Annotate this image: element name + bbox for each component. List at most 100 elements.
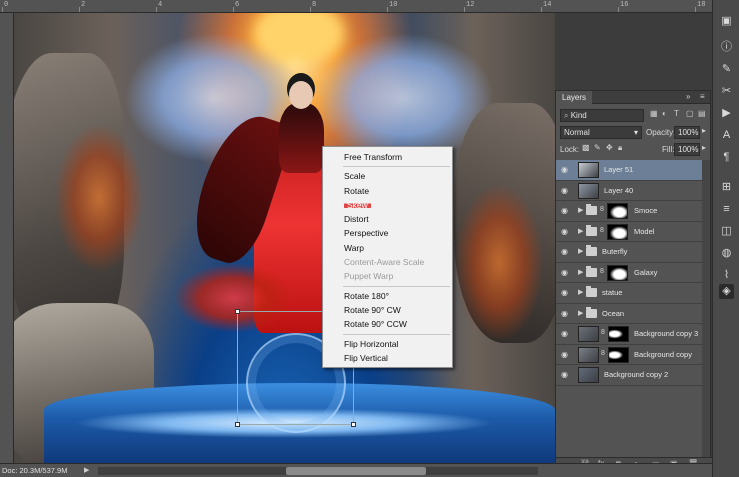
menu-item-rotate-90-ccw[interactable]: Rotate 90° CCW xyxy=(323,317,452,331)
blend-mode-select[interactable]: Normal ▾ xyxy=(560,126,642,139)
ruler-tick xyxy=(79,7,80,12)
visibility-eye-icon[interactable]: ◉ xyxy=(561,186,571,196)
layer-thumbnail[interactable] xyxy=(578,326,599,342)
layer-row[interactable]: ◉ Layer 51 xyxy=(556,160,704,181)
visibility-eye-icon[interactable]: ◉ xyxy=(561,268,571,278)
layer-row[interactable]: ◉ ▶ 8 Model xyxy=(556,221,704,242)
horizontal-scroll-thumb[interactable] xyxy=(286,467,426,475)
status-menu-arrow-icon[interactable]: ▶ xyxy=(84,466,89,474)
layer-row[interactable]: ◉ ▶ 8 Galaxy xyxy=(556,262,704,283)
horizontal-ruler[interactable]: 0 2 4 6 8 10 12 14 16 18 xyxy=(0,0,712,13)
layer-name: Smoce xyxy=(634,206,658,215)
visibility-eye-icon[interactable]: ◉ xyxy=(561,329,571,339)
layer-row[interactable]: ◉ ▶ 8 Smoce xyxy=(556,201,704,222)
opacity-arrow-icon[interactable]: ▸ xyxy=(702,126,706,135)
lock-move-icon[interactable]: ✥ xyxy=(606,143,613,152)
filter-pixel-icon[interactable]: ▦ xyxy=(650,109,658,118)
brush-presets-icon[interactable]: ✎ xyxy=(719,62,734,77)
filter-type-icon[interactable]: T xyxy=(674,109,679,118)
menu-item-rotate-180[interactable]: Rotate 180° xyxy=(323,289,452,303)
visibility-eye-icon[interactable]: ◉ xyxy=(561,309,571,319)
tool-presets-icon[interactable]: ✂ xyxy=(719,84,734,99)
layer-list: ◉ Layer 51 ◉ Layer 40 ◉ ▶ 8 Smoce ◉ ▶ 8 Model ◉ ▶ Bute… xyxy=(556,160,712,460)
layer-thumbnail[interactable] xyxy=(578,162,599,178)
adjustments-icon[interactable]: ≡ xyxy=(719,202,734,217)
visibility-eye-icon[interactable]: ◉ xyxy=(561,206,571,216)
layer-thumbnail[interactable] xyxy=(578,346,599,363)
mask-link-icon[interactable]: 8 xyxy=(601,329,605,336)
visibility-eye-icon[interactable]: ◉ xyxy=(561,288,571,298)
layer-mask-thumbnail[interactable] xyxy=(608,346,629,363)
opacity-field[interactable]: 100% xyxy=(674,126,700,139)
collapse-icon[interactable]: » xyxy=(686,92,690,101)
mask-link-icon[interactable]: 8 xyxy=(600,206,604,213)
menu-item-flip-horizontal[interactable]: Flip Horizontal xyxy=(323,337,452,351)
layer-mask-thumbnail[interactable] xyxy=(607,264,628,281)
layer-mask-thumbnail[interactable] xyxy=(607,223,628,240)
lock-transparency-icon[interactable]: ▩ xyxy=(582,143,590,152)
history-icon[interactable]: ▣ xyxy=(719,14,734,29)
filter-smart-icon[interactable]: ▤ xyxy=(698,109,706,118)
actions-icon[interactable]: ▶ xyxy=(719,106,734,121)
filter-adjust-icon[interactable]: ◐ xyxy=(662,109,667,118)
layer-thumbnail[interactable] xyxy=(578,182,599,199)
swatches-icon[interactable]: ⊞ xyxy=(719,180,734,195)
layer-row[interactable]: ◉ ▶ Buterfly xyxy=(556,242,704,263)
lock-all-icon[interactable]: 🔒︎ xyxy=(618,143,622,153)
layers-icon[interactable]: ◈ xyxy=(719,284,734,299)
layer-row[interactable]: ◉ ▶ Ocean xyxy=(556,303,704,324)
transform-handle-bottom-right[interactable] xyxy=(351,422,356,427)
layer-mask-thumbnail[interactable] xyxy=(608,326,629,342)
menu-item-skew[interactable]: Skew xyxy=(323,198,452,212)
styles-icon[interactable]: ◫ xyxy=(719,224,734,239)
figure-head xyxy=(289,81,313,109)
layer-row[interactable]: ◉ Layer 40 xyxy=(556,180,704,201)
menu-item-perspective[interactable]: Perspective xyxy=(323,226,452,240)
layer-row[interactable]: ◉ ▶ statue xyxy=(556,283,704,304)
visibility-eye-icon[interactable]: ◉ xyxy=(561,227,571,237)
transform-handle-bottom-left[interactable] xyxy=(235,422,240,427)
vertical-ruler[interactable] xyxy=(0,13,14,463)
visibility-eye-icon[interactable]: ◉ xyxy=(561,350,571,360)
layer-list-scrollbar[interactable] xyxy=(702,160,710,460)
transform-handle-top-left[interactable] xyxy=(235,309,240,314)
group-expand-icon[interactable]: ▶ xyxy=(578,227,583,235)
horizontal-scrollbar[interactable] xyxy=(98,467,538,475)
fill-field[interactable]: 100% xyxy=(674,143,700,156)
filter-kind-field[interactable]: ⌕ Kind xyxy=(560,109,644,122)
layer-row[interactable]: ◉ Background copy 2 xyxy=(556,365,704,386)
info-icon[interactable]: ⓘ xyxy=(719,40,734,55)
paths-icon[interactable]: ⌇ xyxy=(719,268,734,283)
menu-item-distort[interactable]: Distort xyxy=(323,212,452,226)
layer-row[interactable]: ◉ 8 Background copy xyxy=(556,344,704,365)
panel-menu-icon[interactable]: ≡ xyxy=(700,92,705,101)
character-icon[interactable]: A xyxy=(719,128,734,143)
mask-link-icon[interactable]: 8 xyxy=(600,227,604,234)
mask-link-icon[interactable]: 8 xyxy=(600,268,604,275)
group-expand-icon[interactable]: ▶ xyxy=(578,247,583,255)
group-expand-icon[interactable]: ▶ xyxy=(578,288,583,296)
filter-shape-icon[interactable]: ▢ xyxy=(686,109,694,118)
menu-item-rotate[interactable]: Rotate xyxy=(323,184,452,198)
group-expand-icon[interactable]: ▶ xyxy=(578,309,583,317)
group-expand-icon[interactable]: ▶ xyxy=(578,268,583,276)
layers-tab[interactable]: Layers xyxy=(556,91,593,104)
menu-item-scale[interactable]: Scale xyxy=(323,169,452,183)
menu-item-rotate-90-cw[interactable]: Rotate 90° CW xyxy=(323,303,452,317)
layer-thumbnail[interactable] xyxy=(578,367,599,383)
layer-row[interactable]: ◉ 8 Background copy 3 xyxy=(556,324,704,345)
channels-icon[interactable]: ◍ xyxy=(719,246,734,261)
group-expand-icon[interactable]: ▶ xyxy=(578,206,583,214)
menu-item-warp[interactable]: Warp xyxy=(323,241,452,255)
lock-brush-icon[interactable]: ✎ xyxy=(594,143,601,152)
visibility-eye-icon[interactable]: ◉ xyxy=(561,370,571,380)
fill-arrow-icon[interactable]: ▸ xyxy=(702,143,706,152)
paragraph-icon[interactable]: ¶ xyxy=(719,150,734,165)
visibility-eye-icon[interactable]: ◉ xyxy=(561,165,571,175)
layer-mask-thumbnail[interactable] xyxy=(607,203,628,219)
folder-icon xyxy=(586,306,597,318)
menu-item-flip-vertical[interactable]: Flip Vertical xyxy=(323,351,452,365)
mask-link-icon[interactable]: 8 xyxy=(601,350,605,357)
menu-item-free-transform[interactable]: Free Transform xyxy=(323,150,452,164)
visibility-eye-icon[interactable]: ◉ xyxy=(561,247,571,257)
